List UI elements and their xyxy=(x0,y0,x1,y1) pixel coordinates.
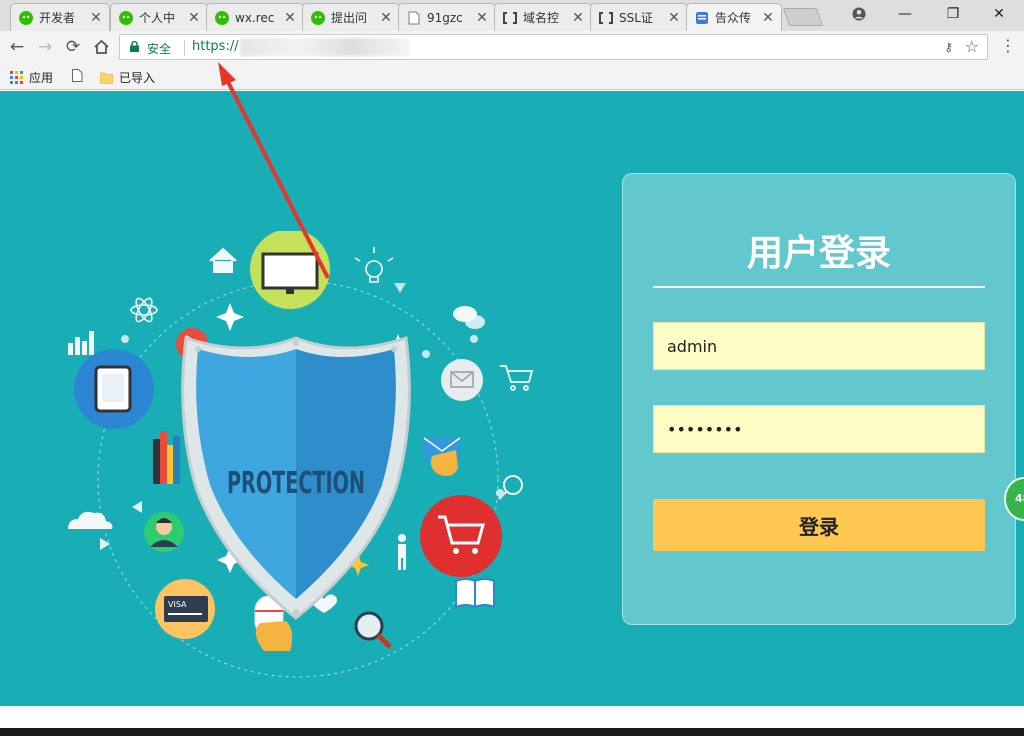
monitor-icon xyxy=(250,231,330,309)
profile-icon[interactable] xyxy=(836,0,882,28)
close-icon[interactable]: ✕ xyxy=(283,10,297,26)
bookmark-folder-imported[interactable]: 已导入 xyxy=(100,69,155,86)
wechat-icon xyxy=(119,10,133,25)
magnifier-icon xyxy=(354,611,392,649)
book-icon xyxy=(455,578,495,609)
back-icon[interactable]: ← xyxy=(5,35,29,59)
tab-title: 告众传 xyxy=(715,11,752,25)
login-title: 用户登录 xyxy=(746,233,891,274)
chat-icon xyxy=(453,306,485,329)
avatar-icon xyxy=(144,512,184,552)
tab[interactable]: 91gzc ✕ xyxy=(398,3,496,31)
wechat-icon xyxy=(19,10,33,25)
secure-label: 安全 xyxy=(147,42,172,56)
bookmark-label: 应用 xyxy=(29,71,54,85)
new-tab-button[interactable] xyxy=(782,8,824,26)
shield-icon: PROTECTION xyxy=(181,335,411,620)
page-bottom xyxy=(0,706,1024,728)
os-taskbar xyxy=(0,728,1024,736)
wechat-icon xyxy=(311,10,325,25)
tab[interactable]: 开发者 ✕ xyxy=(10,3,110,31)
restore-icon[interactable]: ❐ xyxy=(930,0,976,28)
tab-strip: 开发者 ✕ 个人中 ✕ wx.rec ✕ 提出问 ✕ 91gzc ✕ 域名控 ✕… xyxy=(0,0,1024,31)
key-icon[interactable]: ⚷ xyxy=(944,40,953,54)
bookmark-page[interactable] xyxy=(72,69,83,82)
close-icon[interactable]: ✕ xyxy=(89,10,103,26)
tab-active[interactable]: 告众传 ✕ xyxy=(686,3,782,31)
tab-title: 域名控 xyxy=(523,11,560,25)
apps-grid-icon xyxy=(10,71,23,84)
login-panel: 用户登录 登录 xyxy=(622,173,1016,625)
shield-text: PROTECTION xyxy=(227,466,365,501)
cloud-icon xyxy=(68,511,113,529)
title-divider xyxy=(653,286,985,288)
person-icon xyxy=(398,534,406,570)
security-illustration: VISA PROTECTION xyxy=(68,231,534,678)
sparkle-icon xyxy=(216,303,244,331)
wechat-icon xyxy=(215,10,229,25)
window-close-icon[interactable]: ✕ xyxy=(976,0,1022,28)
shopping-cart-icon xyxy=(420,495,502,577)
forward-icon[interactable]: → xyxy=(33,35,57,59)
page-icon xyxy=(407,11,421,25)
tablet-icon xyxy=(74,349,154,429)
bookmark-star-icon[interactable]: ☆ xyxy=(965,37,979,56)
folder-icon xyxy=(100,72,113,84)
credit-card-icon: VISA xyxy=(155,579,215,639)
mail-icon xyxy=(441,359,483,401)
login-button[interactable]: 登录 xyxy=(653,499,985,551)
chart-icon xyxy=(68,331,94,355)
cloud-bracket-icon xyxy=(503,11,517,25)
close-icon[interactable]: ✕ xyxy=(571,10,585,26)
tab[interactable]: SSL证 ✕ xyxy=(590,3,688,31)
tab-title: 开发者 xyxy=(39,11,76,25)
close-icon[interactable]: ✕ xyxy=(187,10,201,26)
cart-icon xyxy=(500,365,534,391)
tab[interactable]: 域名控 ✕ xyxy=(494,3,592,31)
tab-title: SSL证 xyxy=(619,11,653,25)
cloud-bracket-icon xyxy=(599,11,613,25)
books-icon xyxy=(153,431,180,484)
username-field[interactable] xyxy=(653,322,985,370)
tab-title: 个人中 xyxy=(139,11,176,25)
lock-icon xyxy=(130,41,139,52)
close-icon[interactable]: ✕ xyxy=(475,10,489,26)
tab[interactable]: 提出问 ✕ xyxy=(302,3,400,31)
tab-title: 提出问 xyxy=(331,11,368,25)
browser-toolbar: ← → ⟳ 安全 https:// ⚷ ☆ ⋮ xyxy=(0,31,1024,63)
close-icon[interactable]: ✕ xyxy=(761,10,775,26)
tab[interactable]: wx.rec ✕ xyxy=(206,3,304,31)
redacted-url xyxy=(240,38,410,56)
atom-icon xyxy=(130,297,158,323)
divider xyxy=(184,40,185,56)
tab-title: wx.rec xyxy=(235,10,275,25)
bookmarks-bar: 应用 已导入 xyxy=(0,63,1024,90)
menu-icon[interactable]: ⋮ xyxy=(1000,36,1016,58)
reload-icon[interactable]: ⟳ xyxy=(61,35,85,59)
close-icon[interactable]: ✕ xyxy=(379,10,393,26)
address-bar[interactable]: 安全 https:// ⚷ ☆ xyxy=(119,34,988,60)
page-icon xyxy=(72,69,83,82)
minimize-icon[interactable]: — xyxy=(882,0,928,28)
home-icon xyxy=(209,247,237,273)
bookmark-label: 已导入 xyxy=(119,71,156,85)
tab-title: 91gzc xyxy=(427,10,463,25)
card-label: VISA xyxy=(168,600,187,609)
home-icon[interactable] xyxy=(89,35,113,59)
login-page: VISA PROTECTION 用户登录 登录 48 xyxy=(0,91,1024,706)
tab[interactable]: 个人中 ✕ xyxy=(110,3,208,31)
close-icon[interactable]: ✕ xyxy=(667,10,681,26)
password-field[interactable] xyxy=(653,405,985,453)
url-text[interactable]: https:// xyxy=(192,39,239,54)
hand-mail-icon xyxy=(423,437,461,476)
lightbulb-icon xyxy=(354,247,394,283)
bookmark-apps[interactable]: 应用 xyxy=(10,69,53,86)
doc-blue-icon xyxy=(695,11,709,25)
